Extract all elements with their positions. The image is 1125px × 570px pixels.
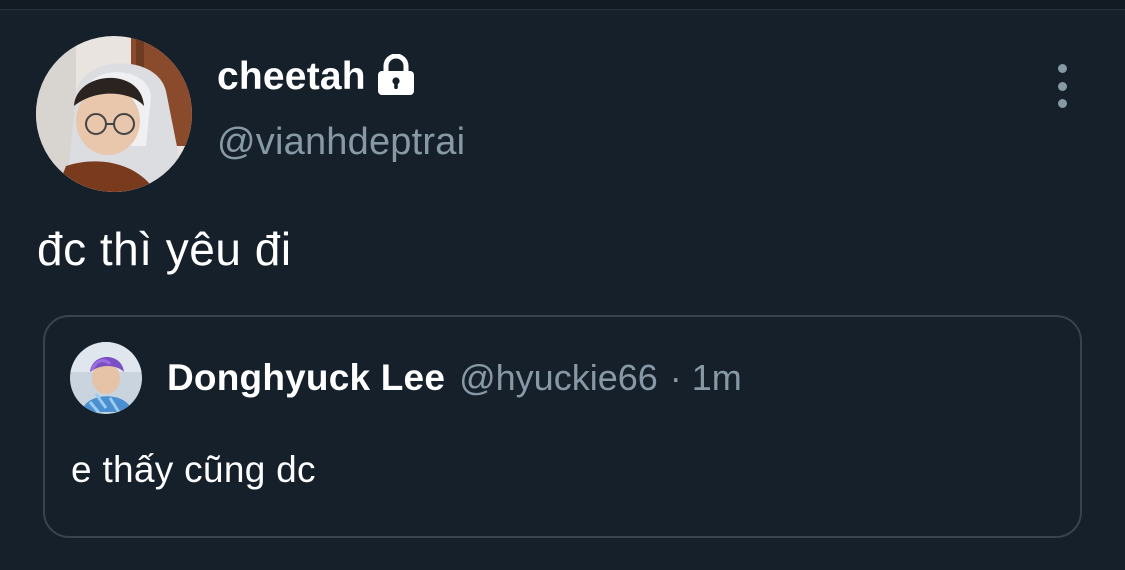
quoted-tweet-header: Donghyuck Lee @hyuckie66 · 1m bbox=[167, 355, 742, 401]
quoted-tweet-time[interactable]: 1m bbox=[692, 357, 742, 399]
top-divider bbox=[0, 0, 1125, 10]
author-avatar-image bbox=[36, 36, 192, 192]
quoted-tweet-card[interactable]: Donghyuck Lee @hyuckie66 · 1m e thấy cũn… bbox=[43, 315, 1082, 538]
more-dot bbox=[1057, 64, 1067, 73]
more-vertical-icon[interactable] bbox=[1045, 64, 1079, 108]
quoted-author-name[interactable]: Donghyuck Lee bbox=[167, 357, 445, 399]
quoted-avatar-image bbox=[70, 342, 142, 414]
quoted-author-handle[interactable]: @hyuckie66 bbox=[459, 357, 658, 399]
author-name[interactable]: cheetah bbox=[217, 55, 366, 99]
tweet-text: đc thì yêu đi bbox=[37, 223, 292, 275]
lock-icon bbox=[376, 53, 416, 96]
more-dot bbox=[1057, 99, 1067, 108]
author-avatar[interactable] bbox=[36, 36, 192, 192]
more-dot bbox=[1057, 81, 1067, 91]
author-name-row: cheetah bbox=[217, 52, 416, 102]
separator-dot: · bbox=[669, 357, 682, 398]
quoted-tweet-text: e thấy cũng dc bbox=[71, 449, 316, 490]
quoted-author-avatar[interactable] bbox=[70, 342, 142, 414]
author-handle[interactable]: @vianhdeptrai bbox=[217, 121, 465, 164]
